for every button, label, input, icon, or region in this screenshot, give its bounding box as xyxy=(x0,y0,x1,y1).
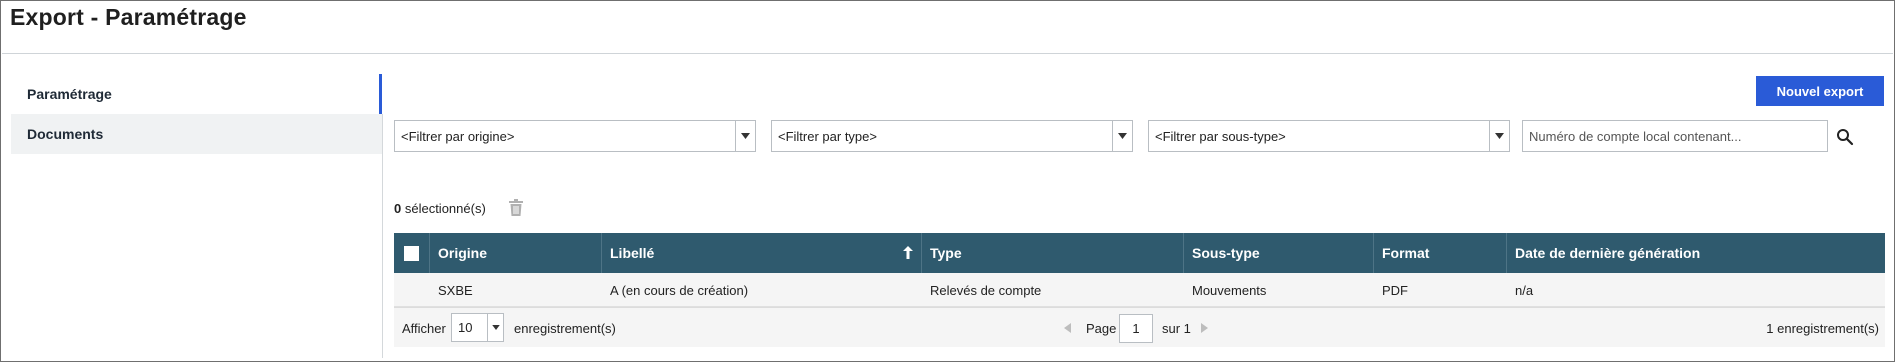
afficher-label: Afficher xyxy=(402,320,446,336)
trash-icon[interactable] xyxy=(508,199,524,217)
chevron-down-icon[interactable] xyxy=(487,314,503,341)
new-export-button[interactable]: Nouvel export xyxy=(1756,76,1884,106)
header-select-all-cell xyxy=(394,233,430,273)
page-size-select[interactable]: 10 xyxy=(451,313,504,342)
sort-ascending-icon xyxy=(903,246,913,259)
account-search-input[interactable] xyxy=(1523,121,1827,151)
account-search-field[interactable] xyxy=(1522,120,1828,152)
cell-libelle: A (en cours de création) xyxy=(610,282,749,298)
column-header-format[interactable]: Format xyxy=(1374,233,1507,273)
filter-sous-type-select[interactable]: <Filtrer par sous-type> xyxy=(1148,120,1510,152)
page-total-label: sur 1 xyxy=(1162,320,1191,336)
sidebar-item-label: Paramétrage xyxy=(27,86,112,102)
selection-count-label: sélectionné(s) xyxy=(401,201,486,216)
cell-format: PDF xyxy=(1382,282,1408,298)
column-header-origine[interactable]: Origine xyxy=(430,233,602,273)
column-header-date[interactable]: Date de dernière génération xyxy=(1507,233,1885,273)
column-header-sous-type[interactable]: Sous-type xyxy=(1184,233,1374,273)
page-size-value: 10 xyxy=(458,320,473,335)
page-number-input[interactable]: 1 xyxy=(1119,314,1153,343)
column-header-type[interactable]: Type xyxy=(922,233,1184,273)
sidebar: Paramétrage Documents xyxy=(11,74,382,154)
filter-sous-type-value: <Filtrer par sous-type> xyxy=(1155,128,1286,144)
column-header-label: Format xyxy=(1382,245,1430,261)
sidebar-divider xyxy=(382,114,383,358)
sidebar-item-documents[interactable]: Documents xyxy=(11,114,382,154)
chevron-right-icon[interactable] xyxy=(1201,323,1209,333)
select-all-checkbox[interactable] xyxy=(404,246,419,261)
page-title: Export - Paramétrage xyxy=(10,4,247,30)
cell-type: Relevés de compte xyxy=(930,282,1042,298)
chevron-down-icon[interactable] xyxy=(1112,121,1132,151)
selection-count: 0 sélectionné(s) xyxy=(394,201,486,216)
filter-origine-select[interactable]: <Filtrer par origine> xyxy=(394,120,756,152)
chevron-down-icon[interactable] xyxy=(1489,121,1509,151)
column-header-label: Type xyxy=(930,245,962,261)
filter-type-value: <Filtrer par type> xyxy=(778,128,877,144)
exports-table: Origine Libellé Type Sous-type Format Da… xyxy=(394,233,1885,347)
table-header: Origine Libellé Type Sous-type Format Da… xyxy=(394,233,1885,273)
table-row[interactable]: SXBE A (en cours de création) Relevés de… xyxy=(394,273,1885,307)
filter-type-select[interactable]: <Filtrer par type> xyxy=(771,120,1133,152)
column-header-libelle[interactable]: Libellé xyxy=(602,233,922,273)
total-records: 1 enregistrement(s) xyxy=(1766,320,1879,336)
title-divider xyxy=(2,53,1893,54)
chevron-left-icon[interactable] xyxy=(1063,323,1071,333)
filter-origine-value: <Filtrer par origine> xyxy=(401,128,515,144)
column-header-label: Origine xyxy=(438,245,488,261)
sidebar-item-parametrage[interactable]: Paramétrage xyxy=(11,74,382,114)
records-label: enregistrement(s) xyxy=(514,320,616,336)
cell-origine: SXBE xyxy=(438,282,473,298)
cell-sous-type: Mouvements xyxy=(1192,282,1267,298)
search-icon[interactable] xyxy=(1836,128,1854,146)
cell-date: n/a xyxy=(1515,282,1534,298)
column-header-label: Sous-type xyxy=(1192,245,1260,261)
column-header-label: Libellé xyxy=(610,245,655,261)
chevron-down-icon[interactable] xyxy=(735,121,755,151)
column-header-label: Date de dernière génération xyxy=(1515,245,1701,261)
page-label: Page xyxy=(1086,320,1117,336)
table-footer: Afficher 10 enregistrement(s) Page 1 sur… xyxy=(394,307,1885,347)
sidebar-item-label: Documents xyxy=(27,126,104,142)
